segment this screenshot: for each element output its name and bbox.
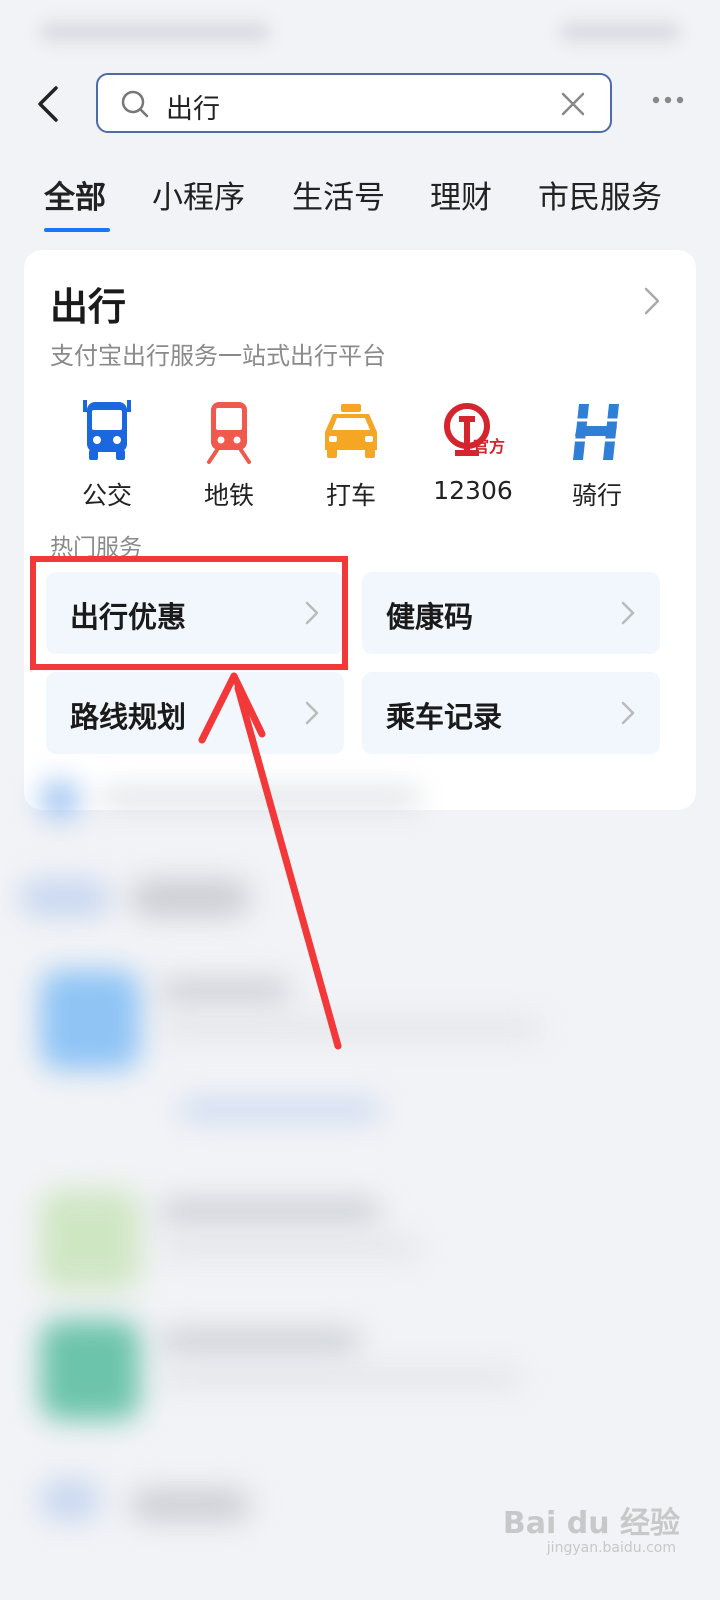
chevron-right-icon[interactable] — [642, 286, 662, 316]
status-bar — [0, 0, 720, 70]
travel-service-card: 出行 支付宝出行服务一站式出行平台 公交 地铁 打车 官方 12306 骑行 热… — [24, 250, 696, 810]
hot-item-ride-records[interactable]: 乘车记录 — [362, 672, 660, 754]
service-label: 12306 — [433, 476, 513, 505]
highlight-box — [30, 556, 348, 670]
taxi-icon — [325, 404, 377, 458]
card-title[interactable]: 出行 — [50, 276, 126, 331]
tab-finance[interactable]: 理财 — [430, 172, 492, 217]
card-subtitle: 支付宝出行服务一站式出行平台 — [50, 342, 386, 370]
chevron-right-icon — [305, 701, 319, 725]
hot-item-health-code[interactable]: 健康码 — [362, 572, 660, 654]
chevron-right-icon — [621, 601, 635, 625]
watermark-logo: Bai du 经验 — [502, 1506, 680, 1541]
official-badge: 官方 — [473, 437, 505, 456]
service-label: 地铁 — [203, 481, 254, 510]
search-input[interactable]: 出行 — [96, 73, 612, 133]
search-query: 出行 — [166, 94, 220, 125]
metro-icon — [207, 402, 251, 464]
tab-citizen-services[interactable]: 市民服务 — [538, 172, 662, 217]
top-bar: 出行 — [0, 70, 720, 140]
watermark-url: jingyan.baidu.com — [546, 1540, 676, 1556]
service-label: 打车 — [325, 481, 376, 510]
railway-12306-icon: 官方 — [444, 403, 505, 456]
service-bike[interactable]: 骑行 — [542, 400, 652, 510]
search-icon — [121, 90, 149, 118]
service-bus[interactable]: 公交 — [52, 400, 162, 510]
service-label: 骑行 — [571, 481, 622, 510]
tab-life-accounts[interactable]: 生活号 — [292, 172, 385, 217]
tab-mini-programs[interactable]: 小程序 — [152, 172, 245, 217]
hot-item-label: 健康码 — [386, 600, 474, 634]
active-tab-indicator — [44, 228, 110, 232]
bike-icon — [573, 404, 621, 460]
clear-icon[interactable] — [560, 91, 586, 117]
hot-item-label: 乘车记录 — [386, 700, 503, 734]
service-label: 公交 — [81, 481, 132, 510]
service-taxi[interactable]: 打车 — [296, 400, 406, 510]
category-tabs: 全部 小程序 生活号 理财 市民服务 — [0, 160, 720, 240]
more-options-icon[interactable] — [650, 94, 686, 106]
service-12306[interactable]: 官方 12306 — [418, 400, 528, 510]
chevron-right-icon — [621, 701, 635, 725]
blurred-results — [0, 760, 720, 1600]
tab-all[interactable]: 全部 — [44, 172, 106, 217]
back-arrow-icon[interactable] — [32, 84, 72, 124]
bus-icon — [83, 400, 131, 460]
service-metro[interactable]: 地铁 — [174, 400, 284, 510]
hot-item-label: 路线规划 — [70, 700, 187, 734]
hot-item-route-planning[interactable]: 路线规划 — [46, 672, 344, 754]
